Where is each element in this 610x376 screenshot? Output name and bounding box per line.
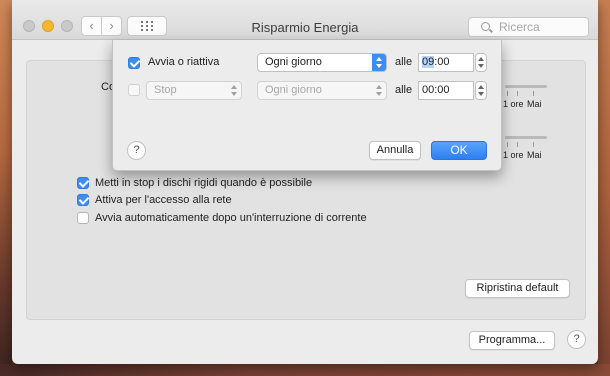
stop-time-minutes: :00 — [434, 84, 450, 96]
popup-arrows-icon — [227, 82, 241, 99]
start-frequency-popup[interactable]: Ogni giorno — [257, 53, 387, 72]
auto-restart-label: Avvia automaticamente dopo un'interruzio… — [95, 212, 367, 224]
stop-frequency-popup[interactable]: Ogni giorno — [257, 81, 387, 100]
stepper-icon[interactable] — [475, 81, 487, 100]
restore-defaults-button[interactable]: Ripristina default — [465, 279, 570, 298]
slider-track-2[interactable] — [505, 136, 547, 139]
slider-2-label-hours: 1 ore — [503, 150, 524, 160]
stop-at-label: alle — [395, 84, 413, 96]
slider-track-1[interactable] — [505, 85, 547, 88]
desktop-wallpaper-left — [0, 0, 12, 376]
help-icon[interactable]: ? — [127, 141, 146, 160]
start-frequency-value: Ogni giorno — [265, 56, 322, 68]
stepper-icon[interactable] — [475, 53, 487, 72]
schedule-button[interactable]: Programma... — [469, 331, 555, 350]
ok-button[interactable]: OK — [431, 141, 487, 160]
slider-1-label-never: Mai — [527, 99, 542, 109]
slider-tick — [533, 142, 534, 147]
start-wake-checkbox[interactable] — [128, 57, 140, 69]
start-time-field[interactable]: 09:00 — [418, 53, 474, 72]
stop-frequency-value: Ogni giorno — [265, 84, 322, 96]
stop-time-field[interactable]: 00:00 — [418, 81, 474, 100]
start-at-label: alle — [395, 56, 413, 68]
slider-tick — [533, 91, 534, 96]
stop-action-popup[interactable]: Stop — [146, 81, 242, 100]
schedule-sheet: Avvia o riattiva Ogni giorno alle 09:00 … — [112, 40, 502, 171]
network-wake-label: Attiva per l'accesso alla rete — [95, 194, 232, 206]
help-icon[interactable]: ? — [567, 330, 586, 349]
search-field[interactable]: Ricerca — [468, 17, 589, 37]
popup-arrows-icon — [372, 82, 386, 99]
slider-tick — [517, 142, 518, 147]
slider-tick — [517, 91, 518, 96]
slider-1-label-hours: 1 ore — [503, 99, 524, 109]
desktop-wallpaper-right — [598, 0, 610, 376]
slider-tick — [507, 142, 508, 147]
disk-sleep-label: Metti in stop i dischi rigidi quando è p… — [95, 177, 313, 189]
cancel-button[interactable]: Annulla — [369, 141, 421, 160]
start-time-hours: 09 — [422, 56, 435, 68]
slider-2-label-never: Mai — [527, 150, 542, 160]
popup-arrows-icon — [372, 54, 386, 71]
stop-time-hours: 00 — [422, 84, 435, 96]
disk-sleep-checkbox[interactable] — [77, 177, 89, 189]
desktop-wallpaper-bottom — [0, 364, 610, 376]
network-wake-checkbox[interactable] — [77, 194, 89, 206]
search-icon — [481, 22, 490, 31]
start-wake-label: Avvia o riattiva — [148, 56, 220, 68]
slider-tick — [507, 91, 508, 96]
search-placeholder: Ricerca — [499, 20, 540, 34]
auto-restart-checkbox[interactable] — [77, 212, 89, 224]
title-bar: ‹ › Risparmio Energia Ricerca — [12, 0, 598, 40]
stop-action-value: Stop — [154, 84, 177, 96]
stop-checkbox[interactable] — [128, 84, 140, 96]
start-time-minutes: :00 — [434, 56, 450, 68]
